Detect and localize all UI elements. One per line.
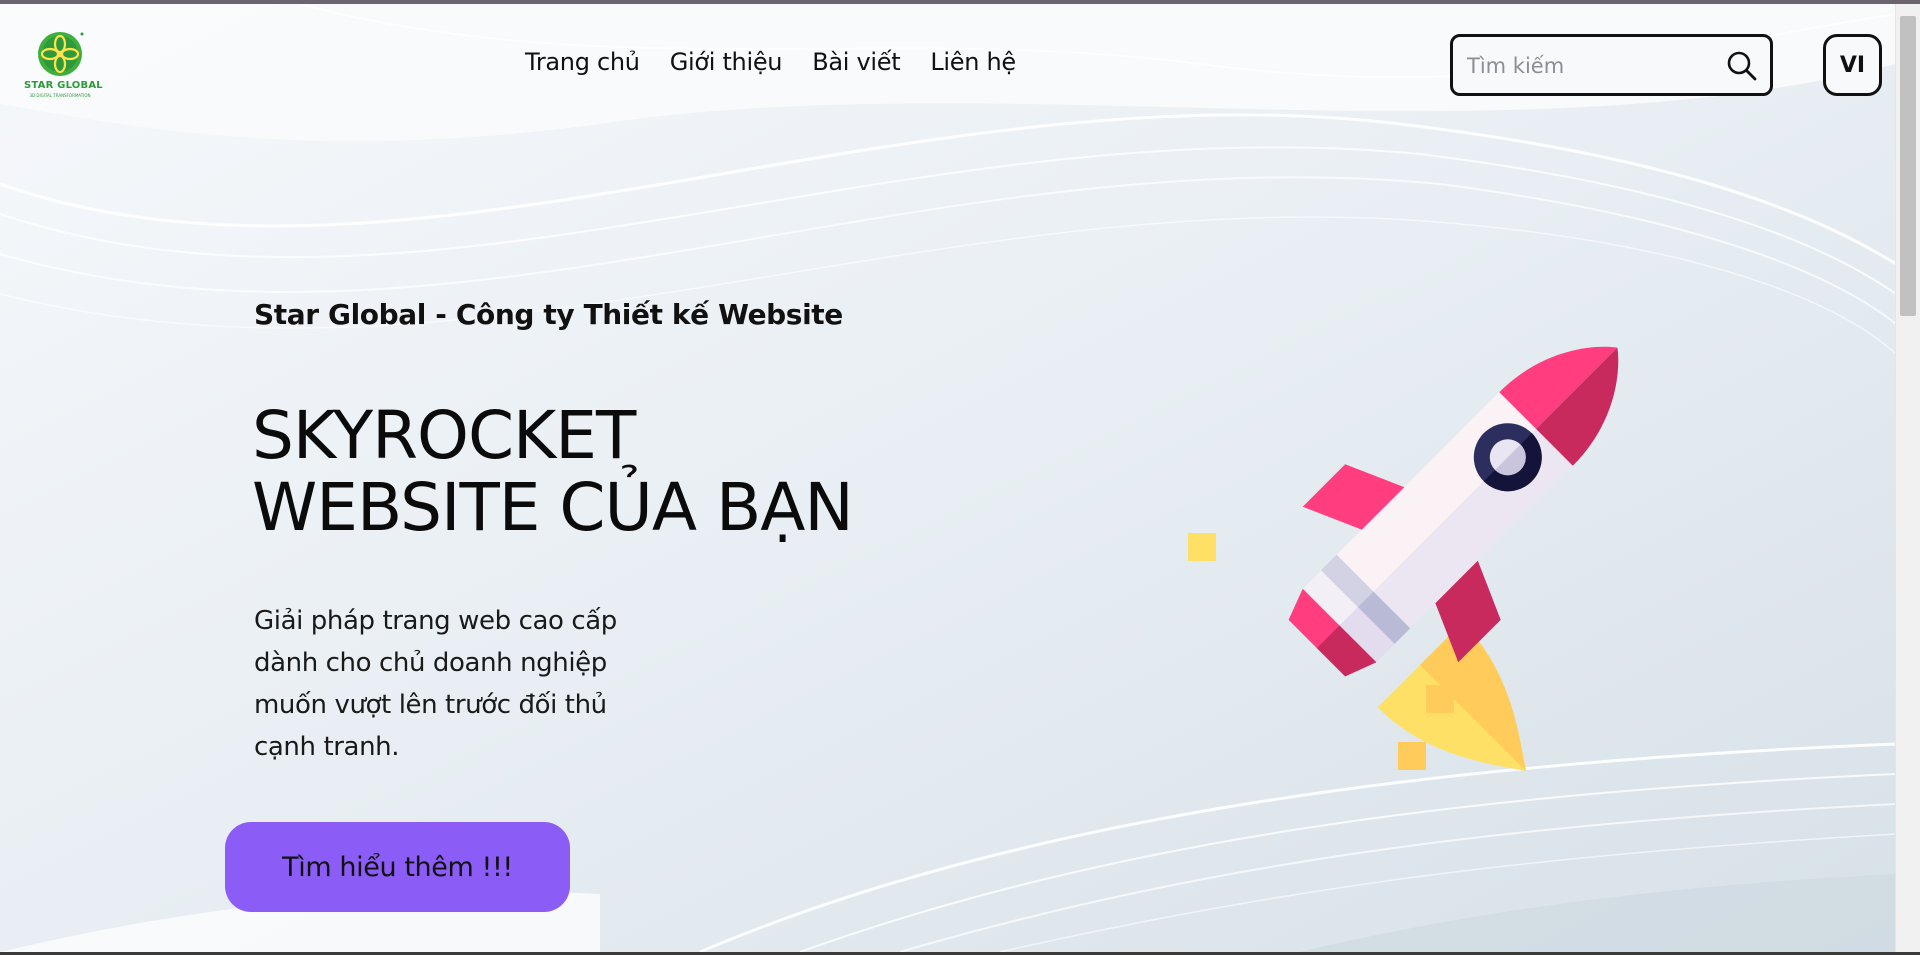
logo-text: STAR GLOBAL: [24, 80, 103, 91]
hero-headline: SKYROCKET WEBSITE CỦA BẠN: [252, 397, 854, 546]
nav-item-about[interactable]: Giới thiệu: [670, 48, 783, 76]
page-scrollbar[interactable]: [1895, 4, 1920, 952]
logo-tagline: 3D DIGITAL TRANSFORMATION: [29, 93, 91, 98]
learn-more-button[interactable]: Tìm hiểu thêm !!!: [225, 822, 570, 912]
logo-flower-icon: [38, 32, 84, 76]
search-box: [1450, 34, 1773, 96]
particle-square: [1188, 533, 1216, 561]
headline-line-2: WEBSITE CỦA BẠN: [252, 469, 854, 546]
particle-square: [1426, 685, 1454, 713]
language-switcher[interactable]: VI: [1823, 34, 1882, 96]
particle-square: [1398, 742, 1426, 770]
nav-item-contact[interactable]: Liên hệ: [930, 48, 1016, 76]
nav-item-articles[interactable]: Bài viết: [812, 48, 900, 76]
main-nav: Trang chủ Giới thiệu Bài viết Liên hệ: [525, 48, 1016, 76]
search-icon[interactable]: [1726, 50, 1758, 82]
nav-item-home[interactable]: Trang chủ: [525, 48, 640, 76]
headline-line-1: SKYROCKET: [252, 397, 636, 474]
search-input[interactable]: [1465, 49, 1719, 83]
brand-logo[interactable]: STAR GLOBAL 3D DIGITAL TRANSFORMATION: [24, 30, 103, 102]
hero-subtitle: Star Global - Công ty Thiết kế Website: [254, 298, 843, 331]
scrollbar-thumb[interactable]: [1900, 16, 1916, 316]
rocket-illustration: [1188, 346, 1619, 772]
hero-description: Giải pháp trang web cao cấp dành cho chủ…: [254, 606, 617, 762]
